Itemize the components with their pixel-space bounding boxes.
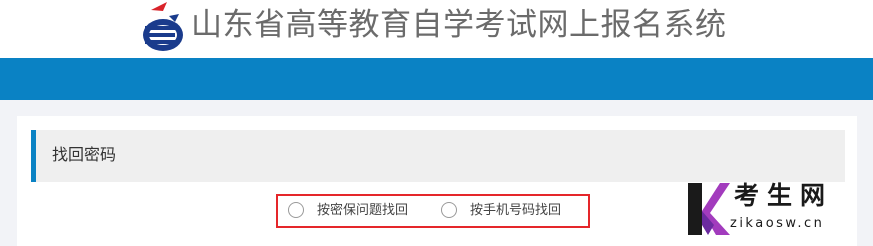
site-header: 山东省高等教育自学考试网上报名系统 xyxy=(0,0,873,58)
option-label-security-question: 按密保问题找回 xyxy=(317,203,409,218)
option-label-phone-number: 按手机号码找回 xyxy=(470,203,562,218)
recovery-method-group: 按密保问题找回 按手机号码找回 xyxy=(276,194,590,228)
option-security-question[interactable]: 按密保问题找回 xyxy=(288,196,438,226)
site-title: 山东省高等教育自学考试网上报名系统 xyxy=(191,7,727,43)
radio-phone-number[interactable] xyxy=(441,202,457,218)
watermark-brand: 考生网 xyxy=(734,181,834,210)
page-title: 找回密码 xyxy=(52,145,117,164)
watermark: 考生网 zikaosw.cn xyxy=(683,178,873,241)
panel-heading: 找回密码 xyxy=(31,130,845,182)
radio-security-question[interactable] xyxy=(288,202,304,218)
top-navbar xyxy=(0,58,873,100)
exam-logo-icon xyxy=(143,2,183,51)
watermark-url: zikaosw.cn xyxy=(730,216,825,231)
k-brand-icon xyxy=(688,183,730,235)
option-phone-number[interactable]: 按手机号码找回 xyxy=(441,196,581,226)
